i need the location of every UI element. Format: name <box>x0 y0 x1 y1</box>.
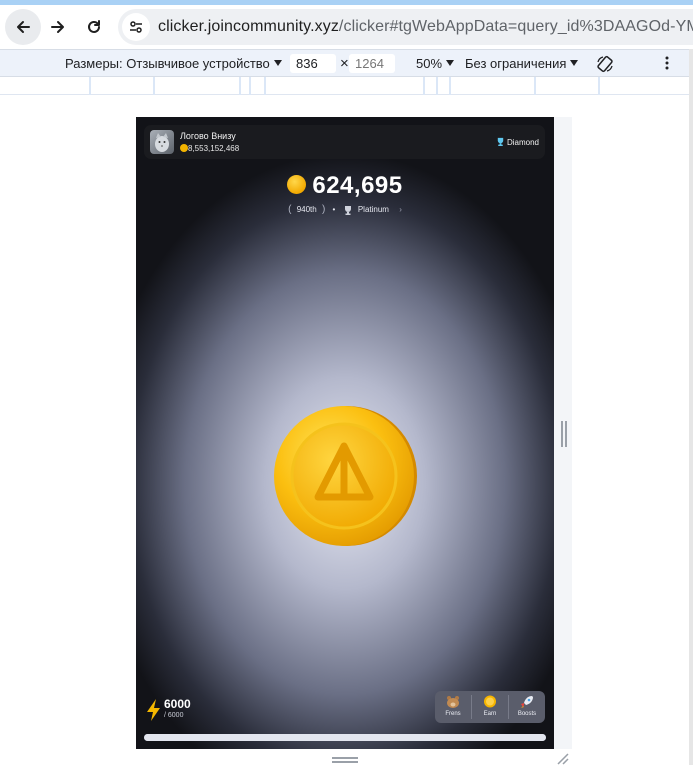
league-badge[interactable]: Diamond <box>496 137 539 147</box>
ruler-tick <box>153 77 155 95</box>
energy-progress-fill <box>144 734 546 741</box>
tab-label: Frens <box>445 711 461 717</box>
zoom-dropdown[interactable]: 50% <box>416 56 455 71</box>
arrow-right-icon <box>51 21 64 33</box>
browser-toolbar: clicker.joincommunity.xyz/clicker#tgWebA… <box>0 5 693 49</box>
browser-window: clicker.joincommunity.xyz/clicker#tgWebA… <box>0 0 693 765</box>
lightning-icon <box>147 699 160 721</box>
url-host: clicker.joincommunity.xyz <box>158 18 339 35</box>
tab-boosts[interactable]: Boosts <box>509 691 545 723</box>
laurel-right-icon: ) <box>321 204 326 215</box>
site-settings-icon[interactable] <box>122 13 150 41</box>
tab-label: Boosts <box>517 711 537 717</box>
address-bar[interactable]: clicker.joincommunity.xyz/clicker#tgWebA… <box>118 9 693 45</box>
ruler-tick <box>449 77 451 95</box>
coin-icon <box>287 175 307 194</box>
coin-balance: 624,695 <box>136 172 554 200</box>
forward-button[interactable] <box>40 9 76 45</box>
caret-down-icon <box>446 60 455 66</box>
caret-down-icon <box>570 60 579 66</box>
width-input[interactable]: 836 <box>290 54 336 73</box>
throttle-dropdown[interactable]: Без ограничения <box>465 56 579 71</box>
rank-separator: • <box>332 205 336 214</box>
tab-label: Earn <box>483 711 497 717</box>
avatar[interactable] <box>150 130 174 154</box>
rocket-icon <box>521 696 533 708</box>
device-dimensions-dropdown[interactable]: Размеры: Отзывчивое устройство <box>65 56 282 71</box>
zoom-value: 50% <box>416 56 443 71</box>
energy-value: 6000 <box>164 697 191 711</box>
resize-handle-right[interactable] <box>561 421 567 447</box>
ruler-tick <box>534 77 536 95</box>
emulated-device-viewport: Логово Внизу 8,553,152,468 Diamond 624,6… <box>136 117 554 749</box>
coin-icon <box>180 144 188 152</box>
trophy-icon <box>497 137 503 146</box>
rank-position: 940th <box>296 205 317 214</box>
dimensions-label: Размеры: Отзывчивое устройство <box>65 56 270 71</box>
rotate-icon[interactable] <box>595 54 615 77</box>
reload-button[interactable] <box>76 9 112 45</box>
more-options-icon[interactable] <box>664 55 670 74</box>
trophy-icon <box>344 205 351 215</box>
energy-progress-bar <box>144 734 546 741</box>
ruler-tick <box>264 77 266 95</box>
arrow-left-icon <box>17 21 30 33</box>
ruler-tick <box>249 77 251 95</box>
bottom-tabs: Frens Earn Boosts <box>435 691 545 723</box>
url-path: /clicker#tgWebAppData=query_id%3DAAGOd-Y… <box>338 18 693 35</box>
back-button[interactable] <box>5 9 41 45</box>
ruler-tick <box>239 77 241 95</box>
resize-handle-corner[interactable] <box>556 752 570 765</box>
times-icon: × <box>340 55 349 72</box>
app-header: Логово Внизу 8,553,152,468 Diamond <box>144 125 545 159</box>
balance-value: 624,695 <box>312 172 403 199</box>
rank-tier: Platinum <box>357 205 389 214</box>
tap-coin-button[interactable] <box>273 404 417 548</box>
ruler-tick <box>436 77 438 95</box>
chevron-right-icon: › <box>399 205 402 214</box>
throttle-value: Без ограничения <box>465 56 567 71</box>
coin-icon <box>484 695 496 708</box>
ruler-tick <box>89 77 91 95</box>
tab-earn[interactable]: Earn <box>472 691 508 723</box>
tab-frens[interactable]: Frens <box>435 691 471 723</box>
league-label: Diamond <box>506 138 539 147</box>
url-text: clicker.joincommunity.xyz/clicker#tgWebA… <box>158 18 693 36</box>
rank-row[interactable]: ( 940th ) • Platinum › <box>136 204 554 215</box>
device-toolbar: Размеры: Отзывчивое устройство 836 × 126… <box>0 49 689 77</box>
bear-icon <box>447 696 459 708</box>
energy-max: / 6000 <box>164 712 184 719</box>
caret-down-icon <box>273 60 282 66</box>
user-balance: 8,553,152,468 <box>188 144 240 153</box>
media-query-ruler[interactable] <box>0 77 689 95</box>
ruler-tick <box>598 77 600 95</box>
reload-icon <box>88 20 100 33</box>
laurel-left-icon: ( <box>288 204 292 215</box>
resize-handle-bottom[interactable] <box>332 757 358 763</box>
height-input[interactable]: 1264 <box>349 54 395 73</box>
ruler-tick <box>423 77 425 95</box>
scrollbar[interactable] <box>689 49 693 765</box>
user-name: Логово Внизу <box>180 131 236 141</box>
